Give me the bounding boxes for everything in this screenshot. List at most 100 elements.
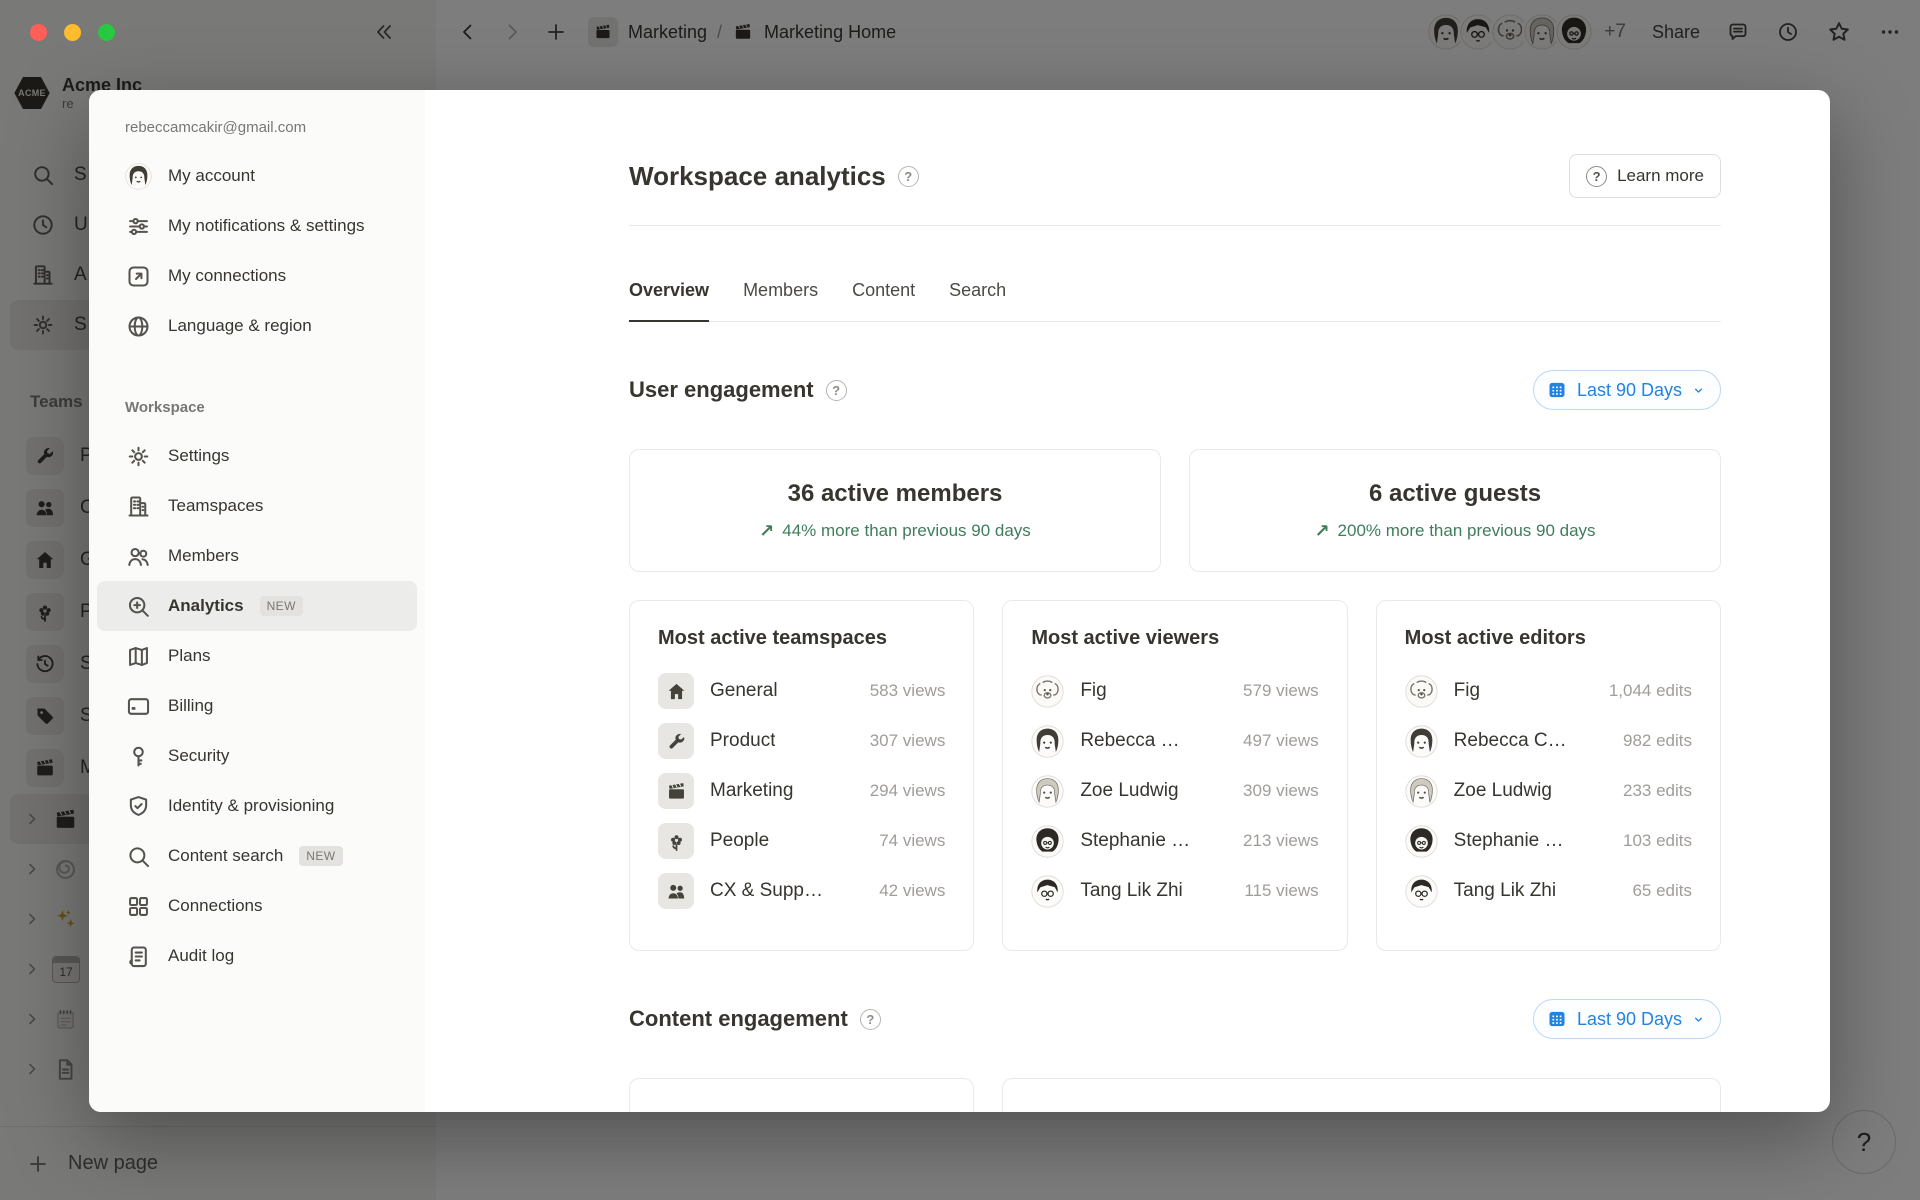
settings-nav-language[interactable]: Language & region	[89, 301, 425, 351]
list-item[interactable]: Product307 views	[658, 716, 945, 766]
item-count: 115 views	[1244, 881, 1318, 901]
learn-more-button[interactable]: ? Learn more	[1569, 154, 1721, 198]
nav-item-label: Plans	[168, 646, 211, 666]
user-avatar	[125, 163, 152, 190]
settings-nav-security[interactable]: Security	[89, 731, 425, 781]
date-range-label: Last 90 Days	[1577, 1009, 1682, 1030]
item-name: Stephanie …	[1454, 830, 1564, 852]
zoom-window-button[interactable]	[98, 24, 115, 41]
item-name: Rebecca C…	[1454, 730, 1567, 752]
nav-item-label: Security	[168, 746, 229, 766]
item-name: Rebecca …	[1080, 730, 1179, 752]
item-count: 74 views	[879, 831, 945, 851]
calendar-icon	[1546, 379, 1568, 401]
settings-nav-plans[interactable]: Plans	[89, 631, 425, 681]
card-title: Most active editors	[1405, 627, 1692, 650]
settings-nav-teamspaces[interactable]: Teamspaces	[89, 481, 425, 531]
item-count: 233 edits	[1623, 781, 1692, 801]
date-range-button[interactable]: Last 90 Days	[1533, 999, 1721, 1039]
stat-card-active-members: 36 active members ↗44% more than previou…	[629, 449, 1161, 572]
tab-content[interactable]: Content	[852, 276, 915, 321]
item-count: 65 edits	[1632, 881, 1692, 901]
settings-nav-connections[interactable]: Connections	[89, 881, 425, 931]
list-item[interactable]: Stephanie … 213 views	[1031, 816, 1318, 866]
item-count: 579 views	[1243, 681, 1319, 701]
workspace-section-header: Workspace	[89, 396, 425, 420]
dog-avatar	[1405, 675, 1438, 708]
nav-item-label: Analytics	[168, 596, 244, 616]
card-title: Most active viewers	[1031, 627, 1318, 650]
house-icon	[658, 673, 694, 709]
list-item[interactable]: General583 views	[658, 666, 945, 716]
list-item[interactable]: Tang Lik Zhi 65 edits	[1405, 866, 1692, 916]
list-item[interactable]: CX & Supp…42 views	[658, 866, 945, 916]
list-item[interactable]: Marketing294 views	[658, 766, 945, 816]
tab-overview[interactable]: Overview	[629, 276, 709, 322]
item-count: 294 views	[870, 781, 946, 801]
list-item[interactable]: Stephanie …103 edits	[1405, 816, 1692, 866]
avatar	[1031, 875, 1064, 908]
building-icon	[125, 493, 152, 520]
key-icon	[125, 743, 152, 770]
item-count: 497 views	[1243, 731, 1319, 751]
search-icon	[125, 843, 152, 870]
list-item[interactable]: Rebecca … 497 views	[1031, 716, 1318, 766]
help-circle-icon[interactable]: ?	[898, 166, 919, 187]
analytics-tabs: Overview Members Content Search	[629, 276, 1721, 322]
minimize-window-button[interactable]	[64, 24, 81, 41]
settings-nav-settings[interactable]: Settings	[89, 431, 425, 481]
item-name: Tang Lik Zhi	[1454, 880, 1556, 902]
item-name: General	[710, 680, 778, 702]
settings-nav-notifications[interactable]: My notifications & settings	[89, 201, 425, 251]
close-window-button[interactable]	[30, 24, 47, 41]
nav-item-label: My notifications & settings	[168, 216, 365, 236]
stat-delta: 200% more than previous 90 days	[1338, 521, 1596, 541]
avatar	[1031, 775, 1064, 808]
calendar-icon	[1546, 1008, 1568, 1030]
globe-icon	[125, 313, 152, 340]
help-circle-icon[interactable]: ?	[860, 1009, 881, 1030]
nav-item-label: Teamspaces	[168, 496, 263, 516]
list-item[interactable]: Tang Lik Zhi115 views	[1031, 866, 1318, 916]
list-item[interactable]: Zoe Ludwig233 edits	[1405, 766, 1692, 816]
list-item[interactable]: People 74 views	[658, 816, 945, 866]
settings-nav-audit-log[interactable]: Audit log	[89, 931, 425, 981]
people-icon	[658, 873, 694, 909]
grid-icon	[125, 893, 152, 920]
chevron-down-icon	[1691, 383, 1706, 398]
item-name: Fig	[1454, 680, 1480, 702]
settings-nav-my-account[interactable]: My account	[89, 151, 425, 201]
item-count: 309 views	[1243, 781, 1319, 801]
settings-nav-analytics[interactable]: AnalyticsNEW	[97, 581, 417, 631]
credit-card-icon	[125, 693, 152, 720]
section-heading-user-engagement: User engagement	[629, 377, 814, 403]
list-item[interactable]: Rebecca C…982 edits	[1405, 716, 1692, 766]
settings-nav-members[interactable]: Members	[89, 531, 425, 581]
list-item[interactable]: Zoe Ludwig309 views	[1031, 766, 1318, 816]
help-circle-icon: ?	[1586, 166, 1607, 187]
item-name: Stephanie …	[1080, 830, 1190, 852]
gear-icon	[125, 443, 152, 470]
flower-icon	[658, 823, 694, 859]
list-item[interactable]: Fig1,044 edits	[1405, 666, 1692, 716]
tab-search[interactable]: Search	[949, 276, 1006, 321]
settings-nav-billing[interactable]: Billing	[89, 681, 425, 731]
item-count: 307 views	[870, 731, 946, 751]
list-item[interactable]: Fig579 views	[1031, 666, 1318, 716]
wrench-icon	[658, 723, 694, 759]
shield-check-icon	[125, 793, 152, 820]
help-circle-icon[interactable]: ?	[826, 380, 847, 401]
tab-members[interactable]: Members	[743, 276, 818, 321]
settings-nav-content-search[interactable]: Content searchNEW	[89, 831, 425, 881]
stat-card-active-guests: 6 active guests ↗200% more than previous…	[1189, 449, 1721, 572]
settings-nav: rebeccamcakir@gmail.com My account My no…	[89, 90, 425, 1112]
settings-nav-identity[interactable]: Identity & provisioning	[89, 781, 425, 831]
date-range-button[interactable]: Last 90 Days	[1533, 370, 1721, 410]
nav-item-label: Members	[168, 546, 239, 566]
nav-item-label: Audit log	[168, 946, 234, 966]
item-name: People	[710, 830, 769, 852]
item-count: 213 views	[1243, 831, 1319, 851]
avatar	[1405, 875, 1438, 908]
card-title: Most active teamspaces	[658, 627, 945, 650]
settings-nav-my-connections[interactable]: My connections	[89, 251, 425, 301]
